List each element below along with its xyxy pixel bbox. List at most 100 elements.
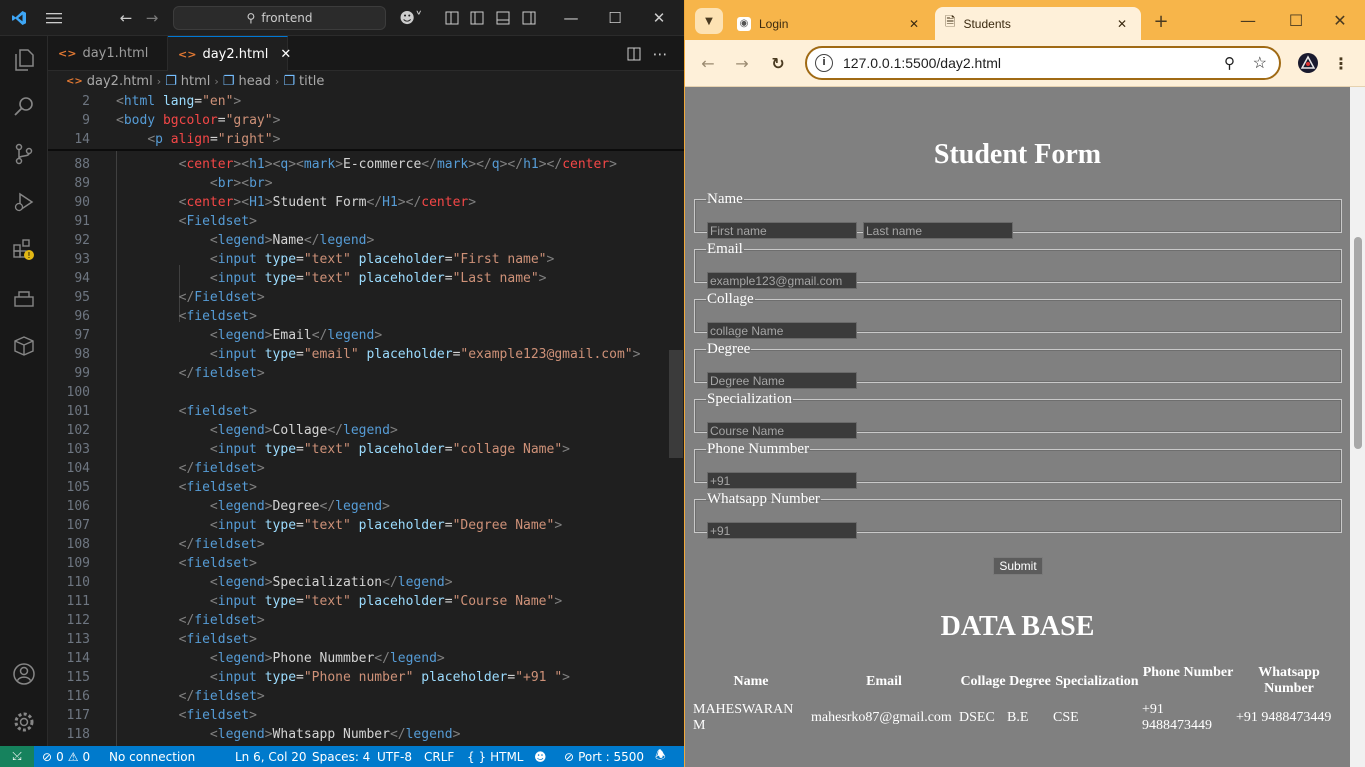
kebab-menu-icon[interactable]: ⋮	[1331, 50, 1351, 76]
code-line[interactable]: 116 </fieldset>	[48, 687, 668, 706]
bookmark-star-icon[interactable]: ☆	[1253, 53, 1267, 73]
scrollbar-thumb[interactable]	[1354, 237, 1362, 449]
code-line[interactable]: 2 <html lang="en">	[48, 92, 668, 111]
page-scrollbar[interactable]	[1350, 87, 1365, 767]
code-line[interactable]: 96 <fieldset>	[48, 307, 668, 326]
code-line[interactable]: 117 <fieldset>	[48, 706, 668, 725]
code-line[interactable]: 92 <legend>Name</legend>	[48, 231, 668, 250]
code-line[interactable]: 99 </fieldset>	[48, 364, 668, 383]
code-line[interactable]: 105 <fieldset>	[48, 478, 668, 497]
minimize-icon[interactable]: —	[556, 0, 586, 36]
email-input[interactable]	[707, 272, 857, 289]
close-window-icon[interactable]: ✕	[1325, 5, 1355, 35]
search-view-icon[interactable]	[8, 90, 40, 122]
code-line[interactable]: 114 <legend>Phone Nummber</legend>	[48, 649, 668, 668]
forward-arrow-icon[interactable]: →	[142, 0, 162, 36]
breadcrumb-html[interactable]: html	[181, 74, 211, 89]
code-line[interactable]: 102 <legend>Collage</legend>	[48, 421, 668, 440]
code-line[interactable]: 95 </Fieldset>	[48, 288, 668, 307]
run-debug-icon[interactable]	[8, 186, 40, 218]
tab-day2[interactable]: <> day2.html ✕	[168, 36, 291, 71]
code-line[interactable]: 106 <legend>Degree</legend>	[48, 497, 668, 516]
code-line[interactable]: 90 <center><H1>Student Form</H1></center…	[48, 193, 668, 212]
code-line[interactable]: 111 <input type="text" placeholder="Cour…	[48, 592, 668, 611]
tab-login[interactable]: ◉ Login ✕	[727, 7, 933, 40]
code-line[interactable]: 94 <input type="text" placeholder="Last …	[48, 269, 668, 288]
new-tab-plus-icon[interactable]: +	[1149, 8, 1173, 34]
toggle-panel-icon[interactable]	[494, 0, 512, 36]
code-line[interactable]: 88 <center><h1><q><mark>E-commerce</mark…	[48, 155, 668, 174]
code-line[interactable]: 91 <Fieldset>	[48, 212, 668, 231]
minimize-icon[interactable]: —	[1233, 5, 1263, 35]
code-line[interactable]: 89 <br><br>	[48, 174, 668, 193]
eol-status[interactable]: CRLF	[424, 746, 454, 767]
code-line[interactable]: 109 <fieldset>	[48, 554, 668, 573]
remote-explorer-icon[interactable]	[8, 282, 40, 314]
submit-button[interactable]: Submit	[993, 557, 1043, 575]
code-line[interactable]: 113 <fieldset>	[48, 630, 668, 649]
code-line[interactable]: 97 <legend>Email</legend>	[48, 326, 668, 345]
settings-gear-icon[interactable]	[8, 706, 40, 738]
copilot-icon[interactable]: ☻˅	[396, 0, 426, 36]
zoom-icon[interactable]: ⚲	[1224, 54, 1235, 72]
more-actions-icon[interactable]: ⋯	[650, 36, 670, 71]
indentation-status[interactable]: Spaces: 4	[312, 746, 370, 767]
reload-icon[interactable]: ↻	[765, 50, 791, 76]
course-input[interactable]	[707, 422, 857, 439]
package-icon[interactable]	[8, 330, 40, 362]
remote-indicator-icon[interactable]: ⤩	[0, 746, 34, 767]
degree-input[interactable]	[707, 372, 857, 389]
profile-avatar[interactable]	[1295, 50, 1321, 76]
forward-arrow-icon[interactable]: →	[729, 50, 755, 76]
editor-scrollbar[interactable]	[669, 350, 683, 458]
toggle-sidebar-icon[interactable]	[468, 0, 486, 36]
command-center-search[interactable]: ⚲ frontend	[173, 6, 386, 30]
close-tab-icon[interactable]: ✕	[280, 47, 291, 62]
explorer-icon[interactable]	[8, 44, 40, 76]
split-editor-icon[interactable]	[624, 36, 644, 71]
breadcrumb-title[interactable]: title	[299, 74, 324, 89]
account-icon[interactable]	[8, 658, 40, 690]
code-editor[interactable]: 2 <html lang="en"> 9 <body bgcolor="gray"> 1…	[48, 92, 684, 746]
code-line[interactable]: 98 <input type="email" placeholder="exam…	[48, 345, 668, 364]
code-line[interactable]: 118 <legend>Whatsapp Number</legend>	[48, 725, 668, 744]
tab-day1[interactable]: <> day1.html	[48, 36, 168, 71]
code-line[interactable]: 115 <input type="Phone number" placehold…	[48, 668, 668, 687]
code-line[interactable]: 110 <legend>Specialization</legend>	[48, 573, 668, 592]
code-line[interactable]: 14 <p align="right">	[48, 130, 668, 149]
language-mode[interactable]: { } HTML	[467, 746, 524, 767]
whatsapp-input[interactable]	[707, 522, 857, 539]
first-name-input[interactable]	[707, 222, 857, 239]
extensions-icon[interactable]: !	[8, 234, 40, 266]
maximize-icon[interactable]: ☐	[1281, 5, 1311, 35]
code-line[interactable]: 108 </fieldset>	[48, 535, 668, 554]
back-arrow-icon[interactable]: ←	[116, 0, 136, 36]
source-control-icon[interactable]	[8, 138, 40, 170]
problems-indicator[interactable]: ⊘ 0 ⚠ 0	[42, 746, 90, 767]
phone-input[interactable]	[707, 472, 857, 489]
tab-search-chevron-icon[interactable]: ▼	[695, 8, 723, 34]
code-line[interactable]: 112 </fieldset>	[48, 611, 668, 630]
address-bar[interactable]: i 127.0.0.1:5500/day2.html ⚲ ☆	[805, 46, 1281, 80]
close-tab-icon[interactable]: ✕	[1117, 17, 1127, 31]
collage-input[interactable]	[707, 322, 857, 339]
code-line[interactable]: 104 </fieldset>	[48, 459, 668, 478]
code-line[interactable]: 101 <fieldset>	[48, 402, 668, 421]
toggle-secondary-sidebar-icon[interactable]	[520, 0, 538, 36]
connection-status[interactable]: No connection	[109, 746, 195, 767]
tab-students[interactable]: 🗎 Students ✕	[935, 7, 1141, 40]
breadcrumb-head[interactable]: head	[238, 74, 270, 89]
maximize-icon[interactable]: ☐	[600, 0, 630, 36]
menu-icon[interactable]	[42, 0, 66, 36]
last-name-input[interactable]	[863, 222, 1013, 239]
code-line[interactable]: 9 <body bgcolor="gray">	[48, 111, 668, 130]
live-server-status[interactable]: ⊘ Port : 5500	[564, 746, 644, 767]
layout-icon[interactable]	[443, 0, 461, 36]
notifications-bell-icon[interactable]: 🕭	[655, 746, 666, 767]
breadcrumb-file[interactable]: day2.html	[87, 74, 153, 89]
cursor-position[interactable]: Ln 6, Col 20	[235, 746, 307, 767]
encoding-status[interactable]: UTF-8	[377, 746, 412, 767]
copilot-status-icon[interactable]: ☻	[534, 746, 547, 767]
code-line[interactable]: 100	[48, 383, 668, 402]
site-info-icon[interactable]: i	[815, 54, 833, 72]
